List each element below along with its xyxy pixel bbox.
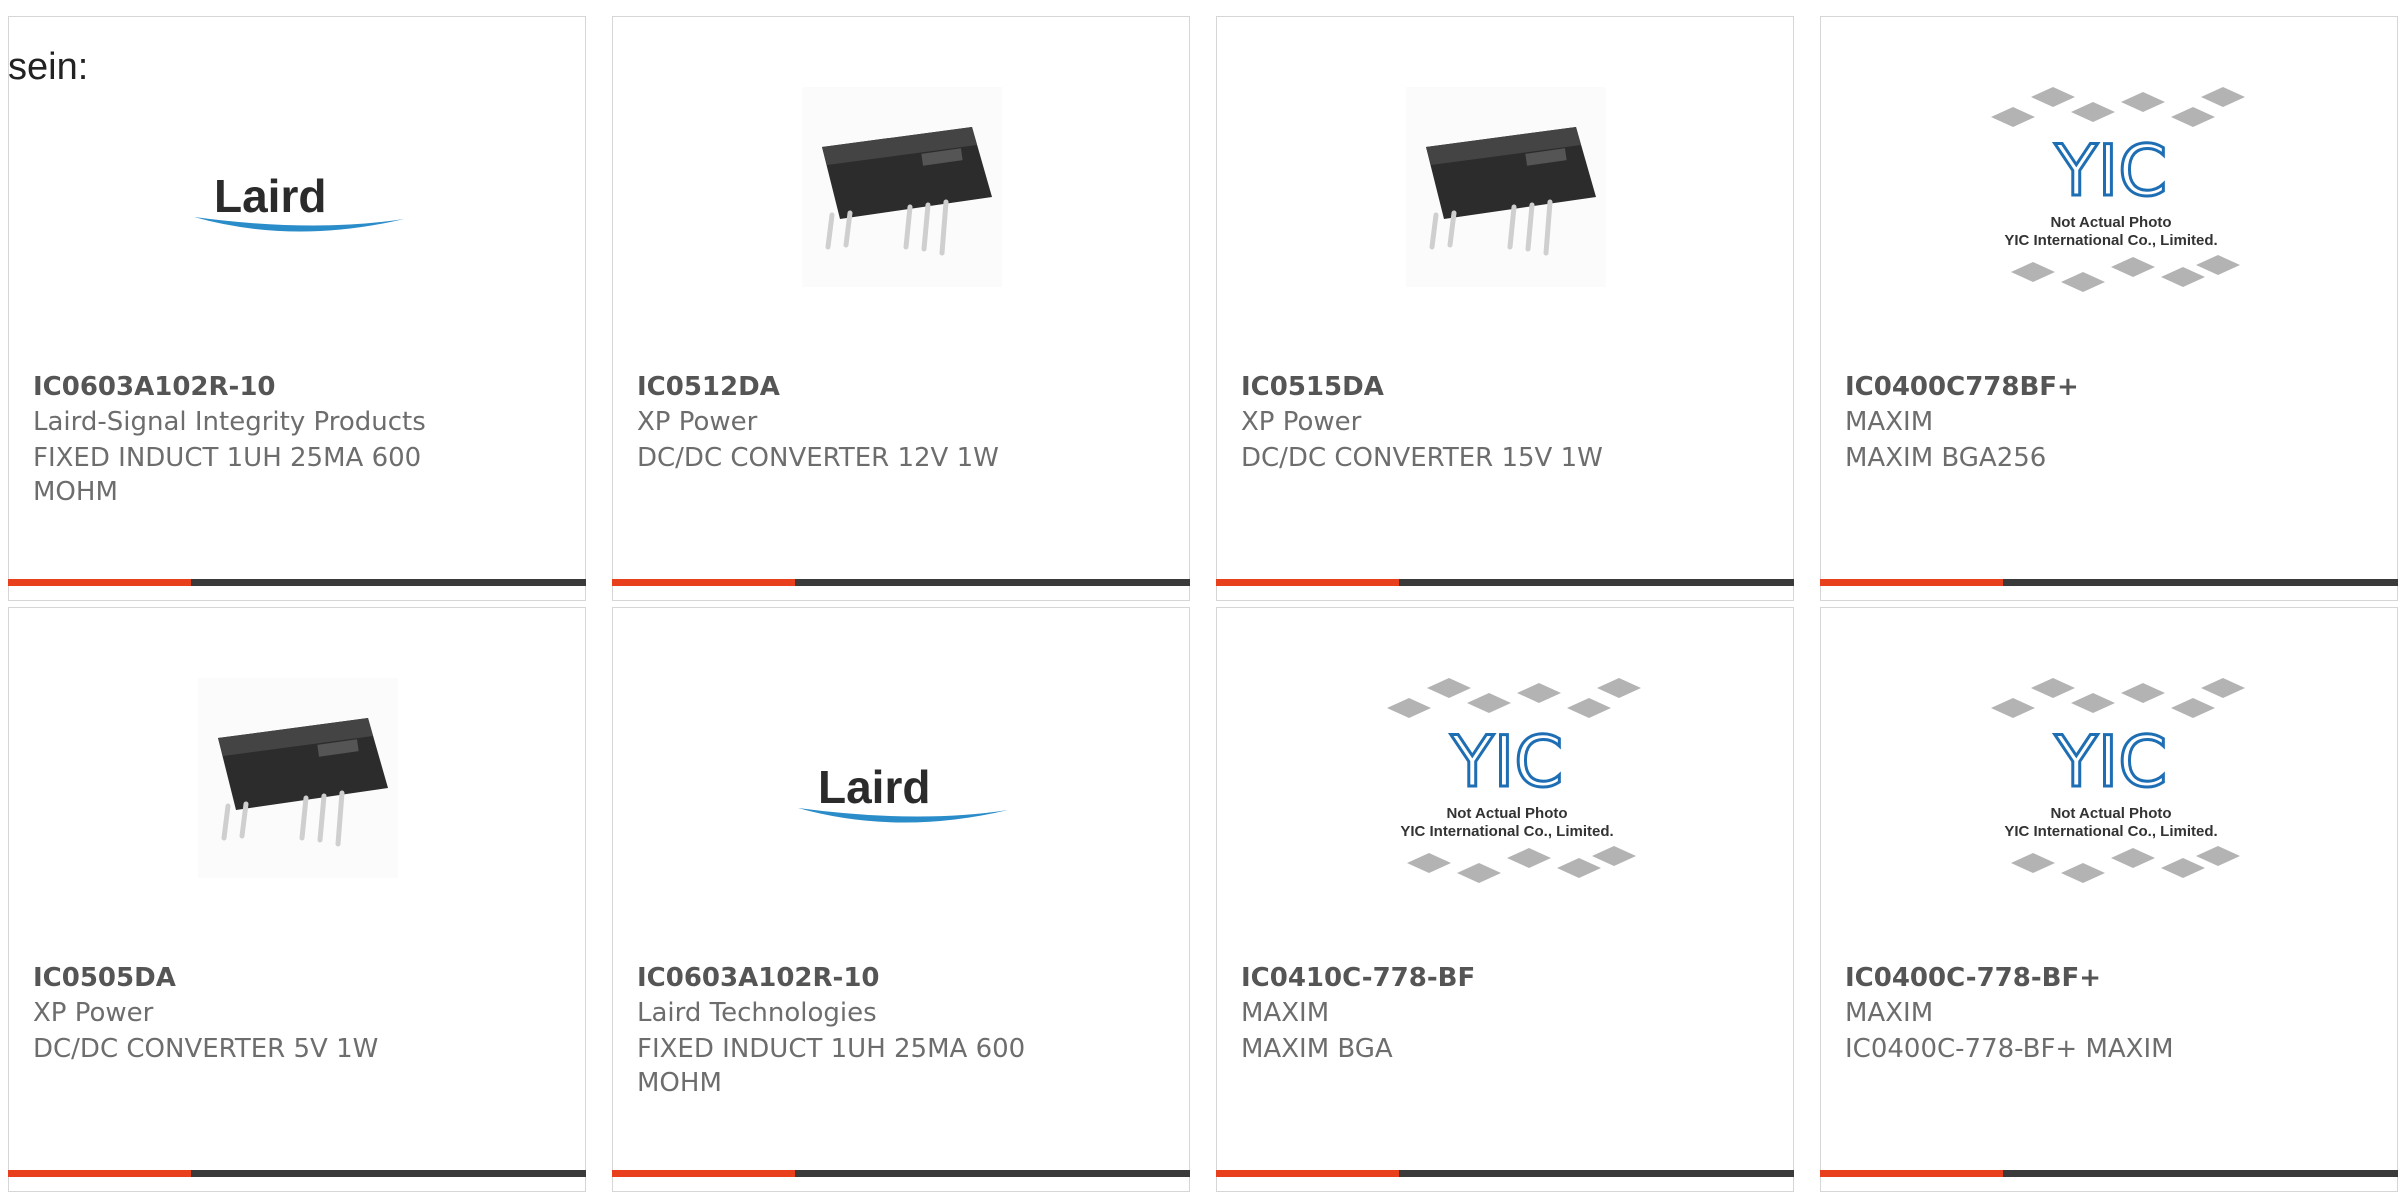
part-number-link[interactable]: IC0400C778BF+ (1845, 372, 2079, 402)
card-accent-bar (612, 579, 795, 586)
card-bottom-bar (1820, 1170, 2398, 1177)
product-description: MAXIM BGA256 (1845, 443, 2047, 473)
part-number-link[interactable]: IC0603A102R-10 (637, 963, 880, 993)
dip-module-photo (198, 678, 398, 878)
product-card[interactable]: IC0505DA XP Power DC/DC CONVERTER 5V 1W (8, 607, 586, 1192)
product-card[interactable]: Laird IC0603A102R-10 Laird-Signal Integr… (8, 16, 586, 601)
card-bottom-bar (1216, 579, 1794, 586)
yic-placeholder-logo: YIC Not Actual Photo YIC International C… (1367, 668, 1647, 908)
manufacturer-name: XP Power (33, 998, 154, 1028)
yic-caption-1: Not Actual Photo (2050, 805, 2171, 822)
laird-logo: Laird (798, 758, 1008, 828)
yic-caption-2: YIC International Co., Limited. (1400, 823, 1613, 840)
manufacturer-name: Laird Technologies (637, 998, 877, 1028)
yic-caption-1: Not Actual Photo (1446, 805, 1567, 822)
product-description: IC0400C-778-BF+ MAXIM (1845, 1034, 2174, 1064)
part-number-link[interactable]: IC0512DA (637, 372, 780, 402)
card-accent-bar (8, 1170, 191, 1177)
part-number-link[interactable]: IC0410C-778-BF (1241, 963, 1475, 993)
yic-placeholder-logo: YIC Not Actual Photo YIC International C… (1971, 668, 2251, 908)
card-accent-bar (1820, 579, 2003, 586)
product-card[interactable]: YIC Not Actual Photo YIC International C… (1820, 607, 2398, 1192)
product-description: FIXED INDUCT 1UH 25MA 600 MOHM (33, 443, 422, 507)
laird-logo: Laird (194, 167, 404, 237)
product-image[interactable]: Laird (9, 77, 585, 307)
product-card[interactable]: IC0512DA XP Power DC/DC CONVERTER 12V 1W (612, 16, 1190, 601)
dip-module-photo (802, 87, 1002, 287)
card-bottom-bar (8, 579, 586, 586)
yic-caption-1: Not Actual Photo (2050, 214, 2171, 231)
dip-module-photo (1406, 87, 1606, 287)
product-image[interactable]: YIC Not Actual Photo YIC International C… (1217, 668, 1793, 898)
part-number-link[interactable]: IC0603A102R-10 (33, 372, 276, 402)
product-image[interactable]: YIC Not Actual Photo YIC International C… (1821, 77, 2397, 307)
manufacturer-name: XP Power (637, 407, 758, 437)
card-accent-bar (8, 579, 191, 586)
manufacturer-name: XP Power (1241, 407, 1362, 437)
card-bottom-bar (612, 1170, 1190, 1177)
card-accent-bar (1216, 1170, 1399, 1177)
card-accent-bar (612, 1170, 795, 1177)
product-card[interactable]: YIC Not Actual Photo YIC International C… (1216, 607, 1794, 1192)
card-bottom-bar (8, 1170, 586, 1177)
part-number-link[interactable]: IC0505DA (33, 963, 176, 993)
manufacturer-name: MAXIM (1241, 998, 1330, 1028)
part-number-link[interactable]: IC0515DA (1241, 372, 1384, 402)
product-description: DC/DC CONVERTER 12V 1W (637, 443, 999, 473)
manufacturer-name: MAXIM (1845, 998, 1934, 1028)
yic-logo-mark: YIC (2054, 721, 2167, 803)
yic-logo-mark: YIC (2054, 130, 2167, 212)
product-image[interactable] (1217, 77, 1793, 307)
card-bottom-bar (612, 579, 1190, 586)
laird-logo-text: Laird (214, 170, 326, 222)
yic-placeholder-logo: YIC Not Actual Photo YIC International C… (1971, 77, 2251, 317)
product-image[interactable] (613, 77, 1189, 307)
yic-caption-2: YIC International Co., Limited. (2004, 232, 2217, 249)
yic-caption-2: YIC International Co., Limited. (2004, 823, 2217, 840)
card-bottom-bar (1820, 579, 2398, 586)
product-image[interactable] (9, 668, 585, 898)
manufacturer-name: MAXIM (1845, 407, 1934, 437)
part-number-link[interactable]: IC0400C-778-BF+ (1845, 963, 2101, 993)
product-description: DC/DC CONVERTER 15V 1W (1241, 443, 1603, 473)
card-accent-bar (1216, 579, 1399, 586)
product-description: MAXIM BGA (1241, 1034, 1393, 1064)
product-image[interactable]: YIC Not Actual Photo YIC International C… (1821, 668, 2397, 898)
product-card[interactable]: Laird IC0603A102R-10 Laird Technologies … (612, 607, 1190, 1192)
product-description: DC/DC CONVERTER 5V 1W (33, 1034, 379, 1064)
laird-logo-text: Laird (818, 761, 930, 813)
card-bottom-bar (1216, 1170, 1794, 1177)
product-description: FIXED INDUCT 1UH 25MA 600 MOHM (637, 1034, 1026, 1098)
product-card[interactable]: IC0515DA XP Power DC/DC CONVERTER 15V 1W (1216, 16, 1794, 601)
manufacturer-name: Laird-Signal Integrity Products (33, 407, 426, 437)
intro-text: sein: (8, 46, 89, 88)
product-card[interactable]: YIC Not Actual Photo YIC International C… (1820, 16, 2398, 601)
product-image[interactable]: Laird (613, 668, 1189, 898)
card-accent-bar (1820, 1170, 2003, 1177)
yic-logo-mark: YIC (1450, 721, 1563, 803)
